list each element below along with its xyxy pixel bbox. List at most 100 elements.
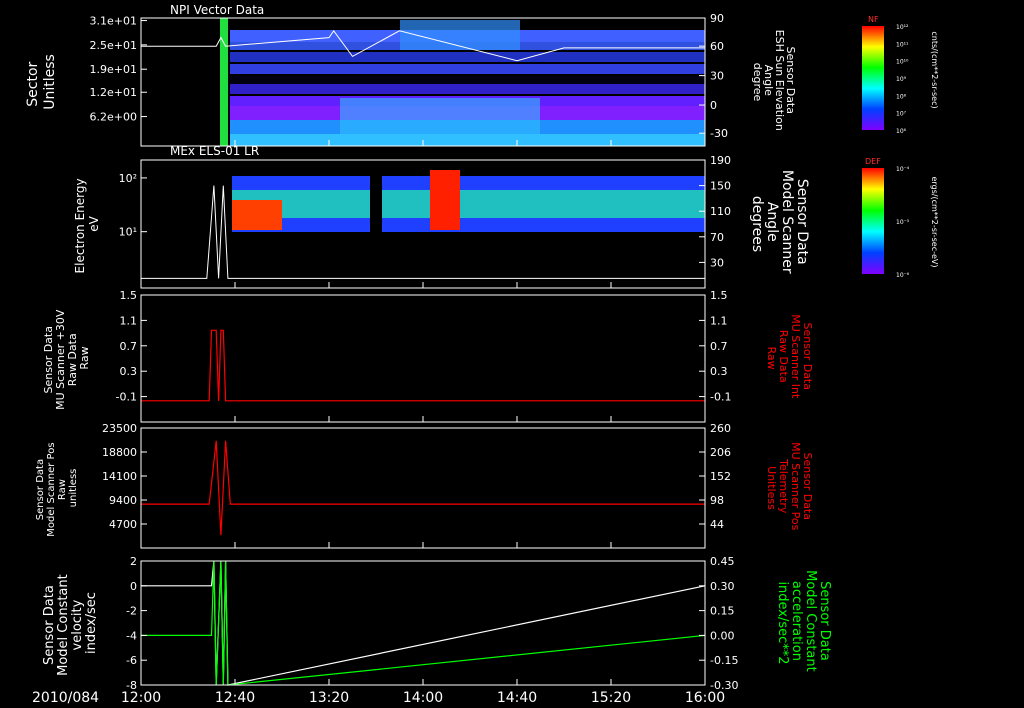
- right-tick-label: 30: [710, 256, 724, 269]
- panel-npi-vector-data: NPI Vector Data 3.1e+01 2.5e+01 1.9e+01 1.2…: [25, 3, 939, 147]
- time-tick-label: 14:40: [497, 690, 537, 706]
- right-tick-label: 44: [710, 518, 724, 531]
- right-tick-label: 0.00: [710, 629, 735, 642]
- right-tick-label: -0.15: [710, 654, 738, 667]
- colorbar-tick-label: 10¹⁰: [896, 59, 909, 66]
- date-label: 2010/084: [32, 690, 99, 706]
- panel-model-constant: 20-2-4-6-8 0.450.300.150.00-0.15-0.30 Se…: [42, 555, 832, 692]
- time-tick-label: 16:00: [685, 690, 725, 706]
- left-axis-label: Sector Unitless: [25, 54, 58, 110]
- right-axis-label: Sensor Data ESH Sun Elevation Angle degr…: [751, 30, 797, 135]
- spectrogram-els: [232, 170, 705, 232]
- right-axis-label: Sensor Data Model Constant acceleration …: [775, 570, 832, 676]
- left-tick-label: 9400: [109, 494, 137, 507]
- left-tick-label: 3.1e+01: [90, 15, 137, 28]
- colorbar-ticks: 10¹² 10¹¹ 10¹⁰ 10⁹ 10⁸ 10⁷ 10⁶: [896, 24, 909, 135]
- left-tick-label: -2: [126, 605, 137, 618]
- left-tick-label: -6: [126, 654, 137, 667]
- left-tick-label: 14100: [102, 470, 137, 483]
- left-axis-label: Sensor Data Model Constant velocity inde…: [42, 570, 99, 676]
- right-tick-label: 90: [710, 12, 724, 25]
- panel-mu-scanner-raw: 1.5 1.1 0.7 0.3 -0.1 1.5 1.1 0.7 0.3 -0.1 Sensor…: [42, 289, 814, 423]
- panel-title: MEx ELS-01 LR: [170, 144, 259, 158]
- left-tick-label: 0.3: [120, 365, 138, 378]
- right-tick-label: 0.45: [710, 555, 735, 568]
- right-tick-label: 1.1: [710, 314, 728, 327]
- spectrogram-band: [230, 76, 705, 84]
- right-tick-label: 30: [710, 70, 724, 83]
- colorbar-gradient: [862, 26, 884, 130]
- right-tick-label: 0.7: [710, 340, 728, 353]
- time-tick-label: 12:40: [215, 690, 255, 706]
- colorbar-def: DEF 10⁻⁴ 10⁻⁵ 10⁻⁶ ergs/(cm**2-sr-sec-eV): [862, 157, 939, 279]
- left-tick-label: 1.2e+01: [90, 86, 137, 99]
- left-tick-label: -4: [126, 629, 137, 642]
- left-tick-label: 6.2e+00: [90, 111, 137, 124]
- left-tick-label: 0.7: [120, 340, 138, 353]
- colorbar-tick-label: 10⁻⁵: [896, 219, 910, 226]
- colorbar-tick-label: 10¹²: [896, 24, 909, 31]
- right-tick-label: 260: [710, 422, 731, 435]
- right-tick-label: -30: [710, 127, 728, 140]
- plot-background: [141, 295, 705, 422]
- right-tick-label: 0.15: [710, 605, 735, 618]
- right-tick-label: 150: [710, 180, 731, 193]
- colorbar-tick-label: 10⁻⁶: [896, 272, 910, 279]
- colorbar-nf: NF 10¹² 10¹¹ 10¹⁰ 10⁹ 10⁸ 10⁷ 10⁶ cnts/(cm**2-…: [862, 15, 939, 135]
- left-axis-label: Electron Energy eV: [73, 175, 101, 274]
- left-tick-label: 4700: [109, 518, 137, 531]
- left-axis-ticks: 3.1e+01 2.5e+01 1.9e+01 1.2e+01 6.2e+00: [90, 15, 147, 124]
- right-axis-label: Sensor Data MU Scanner Int Raw Data Raw: [765, 314, 814, 402]
- spectrogram-band: [232, 190, 705, 218]
- right-tick-label: 190: [710, 154, 731, 167]
- left-tick-label: 1.9e+01: [90, 63, 137, 76]
- left-tick-label: 10²: [119, 172, 137, 185]
- colorbar-ticks: 10⁻⁴ 10⁻⁵ 10⁻⁶: [896, 166, 910, 279]
- time-tick-label: 13:20: [309, 690, 349, 706]
- spectrogram-band: [340, 98, 540, 146]
- left-tick-label: 23500: [102, 422, 137, 435]
- left-axis-ticks: 23500 18800 14100 9400 4700: [102, 422, 147, 531]
- left-tick-label: 18800: [102, 446, 137, 459]
- colorbar-gradient: [862, 168, 884, 274]
- colorbar-tick-label: 10¹¹: [896, 41, 909, 48]
- spectrogram-band: [230, 64, 705, 74]
- spectrogram-band: [230, 52, 705, 62]
- colorbar-units: cnts/(cm**2-sr-sec): [930, 31, 939, 108]
- panel-mex-els: MEx ELS-01 LR 10² 10¹ 190 150 110 70 30 Elect…: [73, 144, 939, 289]
- right-tick-label: 98: [710, 494, 724, 507]
- colorbar-title: DEF: [865, 157, 881, 166]
- right-tick-label: 206: [710, 446, 731, 459]
- left-axis-label: Sensor Data Model Scanner Pos Raw unitle…: [35, 439, 79, 536]
- left-tick-label: -0.1: [116, 391, 137, 404]
- colorbar-tick-label: 10⁷: [896, 111, 907, 118]
- left-tick-label: 1.1: [120, 314, 138, 327]
- spectrogram-band: [230, 84, 705, 94]
- left-tick-label: 2: [130, 555, 137, 568]
- time-tick-label: 15:20: [591, 690, 631, 706]
- right-tick-label: 152: [710, 470, 731, 483]
- right-tick-label: 1.5: [710, 289, 728, 302]
- right-axis-label: Sensor Data Model Scanner Angle degrees: [749, 170, 810, 278]
- right-tick-label: 0.30: [710, 580, 735, 593]
- left-tick-label: 1.5: [120, 289, 138, 302]
- right-tick-label: 0.3: [710, 365, 728, 378]
- right-tick-label: -0.1: [710, 391, 731, 404]
- spectrogram-band: [370, 176, 382, 232]
- time-tick-label: 12:00: [121, 690, 161, 706]
- spectrogram-band: [232, 200, 282, 230]
- panel-title: NPI Vector Data: [170, 3, 264, 17]
- right-tick-label: 110: [710, 205, 731, 218]
- left-tick-label: 0: [130, 580, 137, 593]
- left-axis-label: Sensor Data MU Scanner +30V Raw Data Raw: [42, 306, 91, 410]
- spectrogram-npi: [220, 18, 705, 146]
- left-tick-label: 2.5e+01: [90, 39, 137, 52]
- right-axis-label: Sensor Data MU Scanner Pos Telemetry Uni…: [765, 442, 814, 534]
- right-tick-label: 0: [710, 99, 717, 112]
- plot-canvas: NPI Vector Data 3.1e+01 2.5e+01 1.9e+01 1.2…: [25, 3, 939, 706]
- panel-scanner-pos: 23500 18800 14100 9400 4700 260 206 152 98 44 Se…: [35, 422, 814, 549]
- colorbar-tick-label: 10⁹: [896, 76, 907, 83]
- right-tick-label: 60: [710, 40, 724, 53]
- colorbar-units: ergs/(cm**2-sr-sec-eV): [930, 176, 939, 267]
- colorbar-tick-label: 10⁸: [896, 93, 907, 100]
